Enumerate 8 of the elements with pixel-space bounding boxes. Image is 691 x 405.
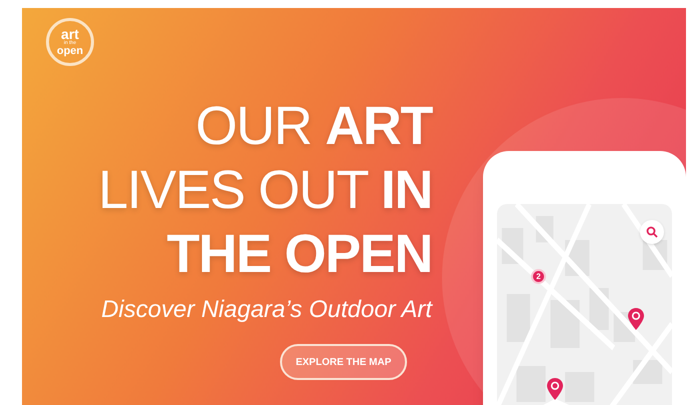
- map-pin-icon[interactable]: [628, 308, 644, 330]
- logo-text: open: [56, 46, 84, 56]
- explore-map-button[interactable]: EXPLORE THE MAP: [280, 344, 407, 380]
- subtitle: Discover Niagara’s Outdoor Art: [100, 295, 434, 325]
- logo-text: art: [61, 28, 79, 40]
- headline: OUR ART LIVES OUT IN THE OPEN: [97, 95, 434, 286]
- map-pin-icon[interactable]: [547, 378, 563, 400]
- search-icon: [646, 226, 658, 238]
